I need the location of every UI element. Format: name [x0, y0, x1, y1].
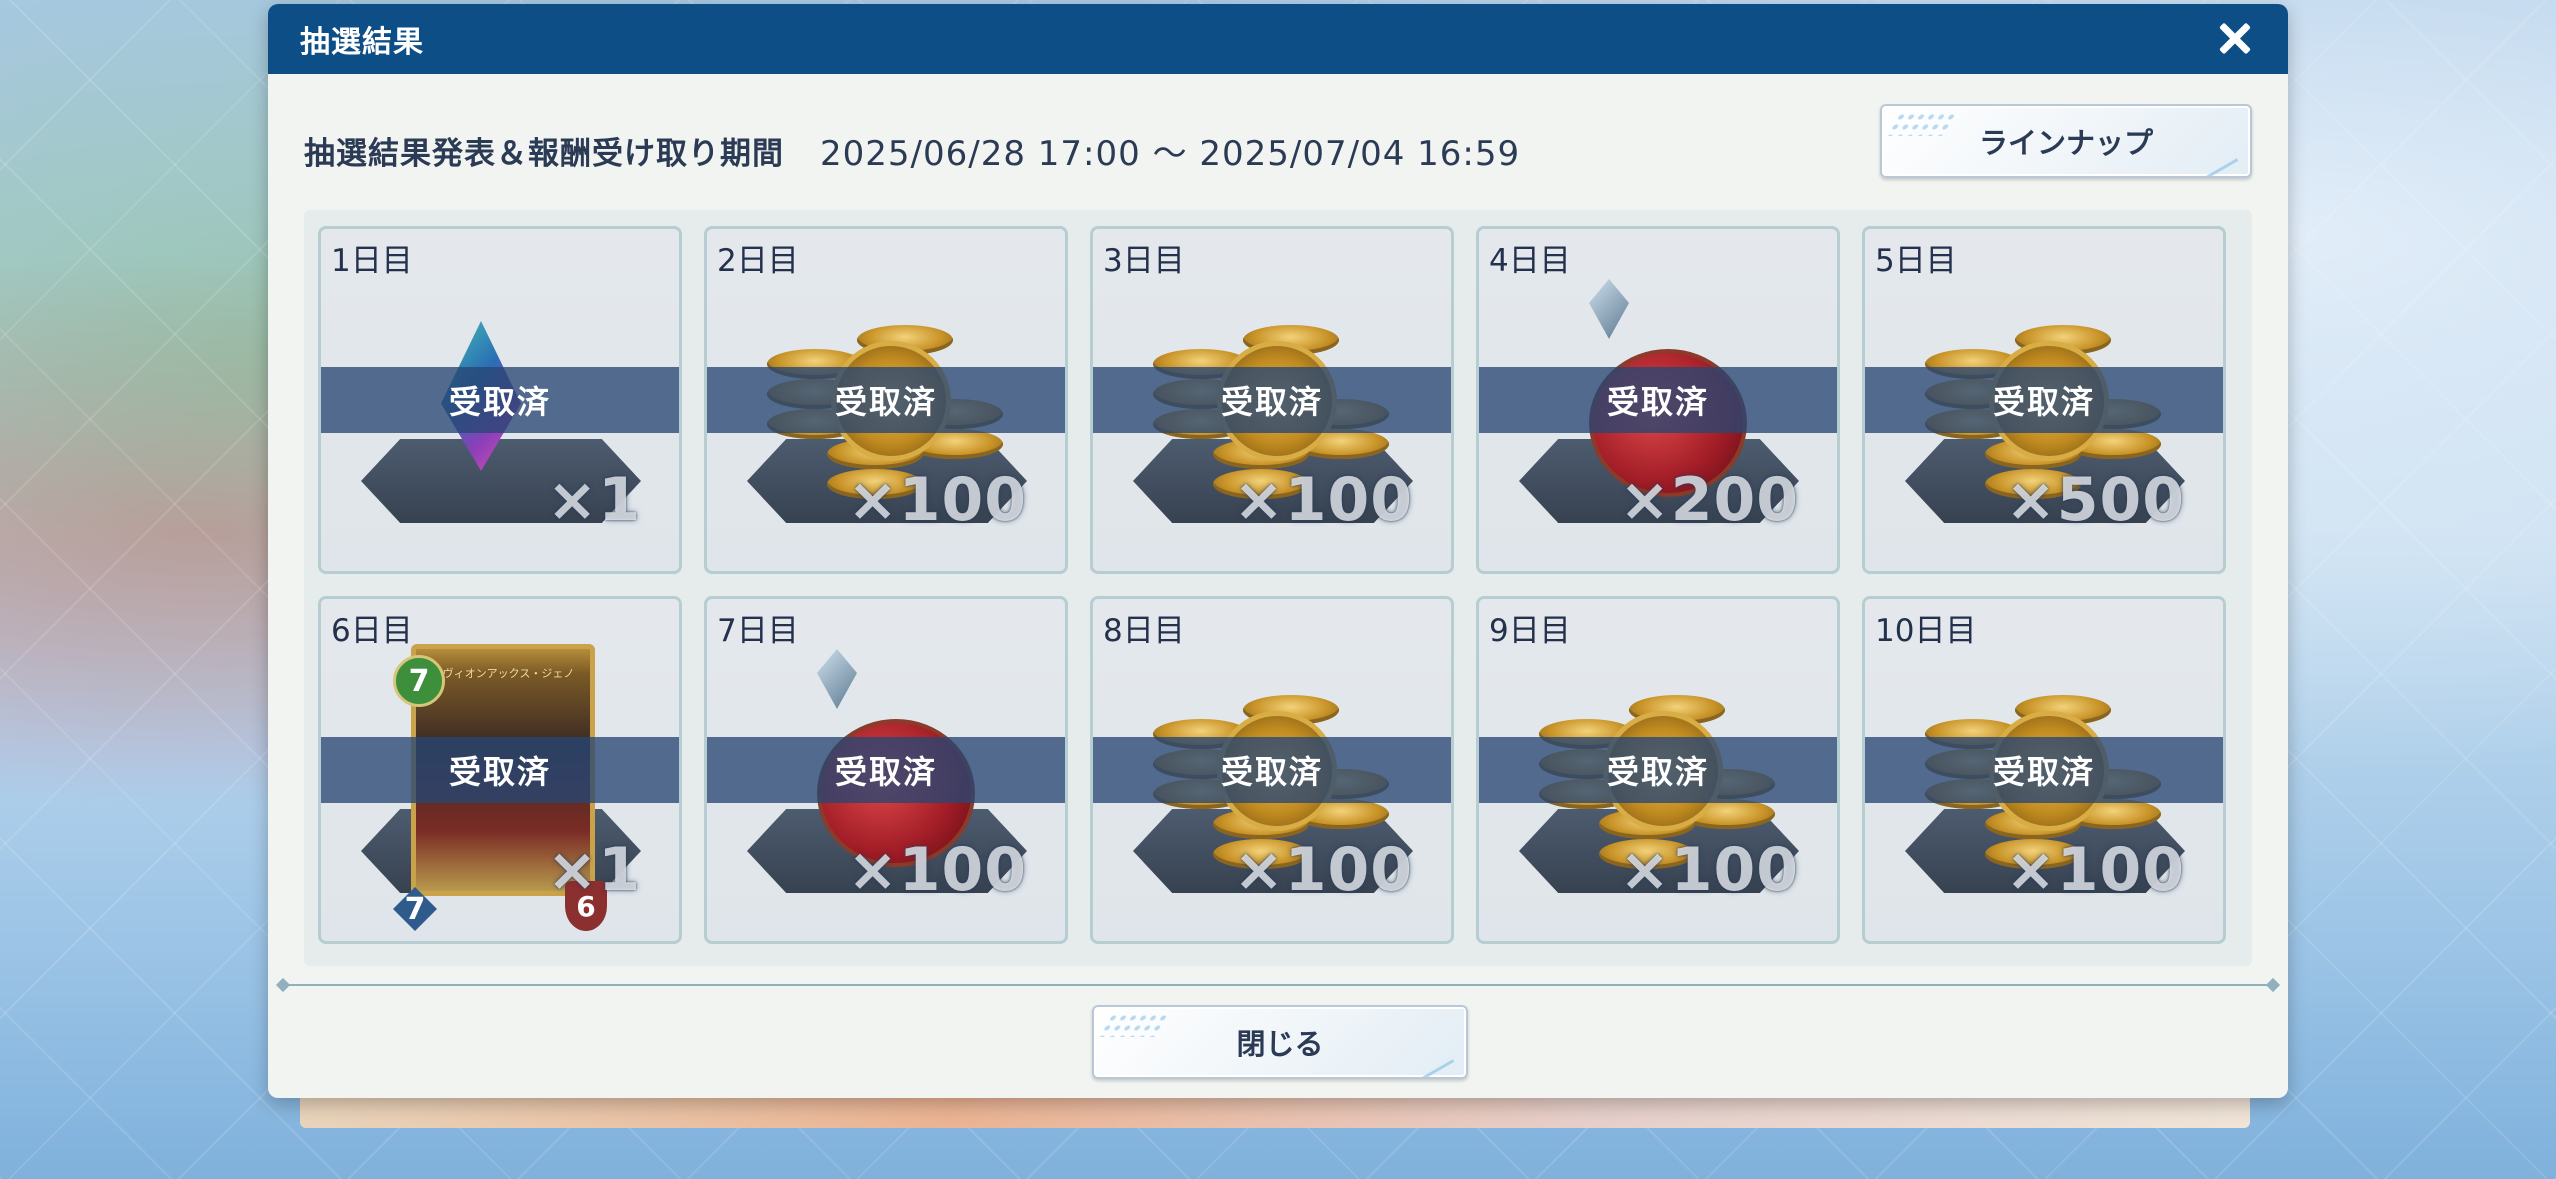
quantity-label: ×100	[847, 465, 1027, 535]
quantity-label: ×100	[2005, 835, 2185, 905]
day-label: 9日目	[1489, 613, 1571, 649]
day-label: 1日目	[331, 243, 413, 279]
day-label: 6日目	[331, 613, 413, 649]
received-status: 受取済	[1865, 737, 2223, 803]
day-label: 10日目	[1875, 613, 1977, 649]
dialog-title: 抽選結果	[300, 25, 424, 60]
day-label: 2日目	[717, 243, 799, 279]
day-label: 4日目	[1489, 243, 1571, 279]
reward-card: 2日目受取済 ×100	[704, 226, 1068, 574]
cost-gem: 7	[393, 655, 445, 707]
quantity-label: ×100	[1233, 465, 1413, 535]
quantity-label: ×200	[1619, 465, 1799, 535]
reward-card: 7日目受取済 ×100	[704, 596, 1068, 944]
received-status: 受取済	[707, 737, 1065, 803]
reward-card: 6日目 レヴィオンアックス・ジェノ 7 7 6 受取済 ×1	[318, 596, 682, 944]
received-status: 受取済	[321, 737, 679, 803]
received-status: 受取済	[1865, 367, 2223, 433]
quantity-label: ×1	[546, 835, 641, 905]
reward-card: 8日目受取済 ×100	[1090, 596, 1454, 944]
day-label: 3日目	[1103, 243, 1185, 279]
received-status: 受取済	[707, 367, 1065, 433]
reward-card: 1日目受取済 ×1	[318, 226, 682, 574]
quantity-label: ×100	[847, 835, 1027, 905]
quantity-label: ×100	[1233, 835, 1413, 905]
card-name: レヴィオンアックス・ジェノ	[431, 667, 575, 680]
close-button[interactable]: 閉じる	[1092, 1005, 1468, 1079]
day-label: 7日目	[717, 613, 799, 649]
period-label: 抽選結果発表＆報酬受け取り期間	[304, 135, 784, 172]
reward-card: 5日目受取済 ×500	[1862, 226, 2226, 574]
close-icon[interactable]	[2208, 12, 2262, 66]
reward-grid: 1日目受取済 ×1 2日目受取済 ×100 3日目受取済 ×100 4日目受取済 ×200 5日…	[304, 210, 2252, 966]
reward-card: 9日目受取済 ×100	[1476, 596, 1840, 944]
received-status: 受取済	[321, 367, 679, 433]
period-value: 2025/06/28 17:00 ～ 2025/07/04 16:59	[820, 133, 1521, 174]
dialog-header: 抽選結果	[268, 4, 2288, 74]
received-status: 受取済	[1093, 737, 1451, 803]
lineup-button[interactable]: ラインナップ	[1880, 104, 2252, 178]
day-label: 5日目	[1875, 243, 1957, 279]
reward-card: 3日目受取済 ×100	[1090, 226, 1454, 574]
reward-card: 4日目受取済 ×200	[1476, 226, 1840, 574]
received-status: 受取済	[1479, 367, 1837, 433]
quantity-label: ×1	[546, 465, 641, 535]
reward-card: 10日目受取済 ×100	[1862, 596, 2226, 944]
lottery-result-dialog: 抽選結果 抽選結果発表＆報酬受け取り期間 2025/06/28 17:00 ～ …	[268, 4, 2288, 1098]
received-status: 受取済	[1093, 367, 1451, 433]
quantity-label: ×100	[1619, 835, 1799, 905]
divider	[282, 984, 2274, 986]
quantity-label: ×500	[2005, 465, 2185, 535]
received-status: 受取済	[1479, 737, 1837, 803]
day-label: 8日目	[1103, 613, 1185, 649]
